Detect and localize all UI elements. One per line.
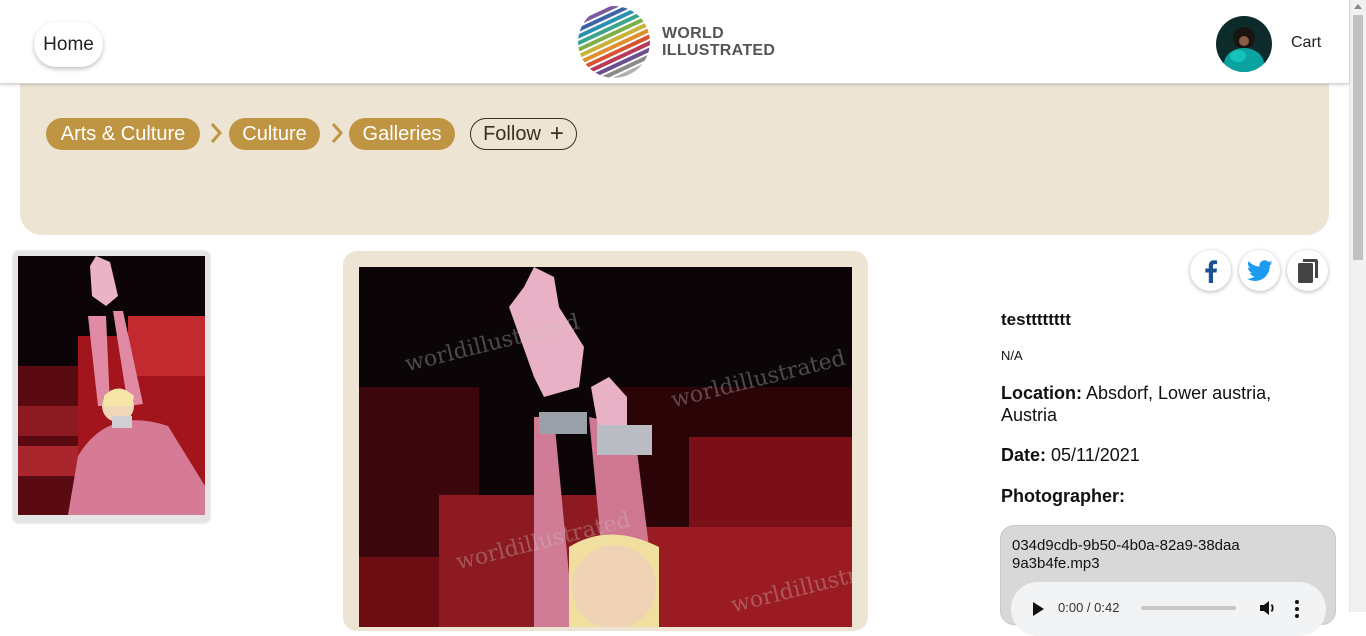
photographer-row: Photographer: — [1001, 486, 1125, 507]
page-scrollbar[interactable] — [1349, 0, 1366, 612]
cart-link[interactable]: Cart — [1291, 34, 1321, 52]
audio-filename: 034d9cdb-9b50-4b0a-82a9-38daa9a3b4fe.mp3 — [1012, 537, 1240, 572]
facebook-icon — [1204, 259, 1217, 283]
globe-logo-icon — [578, 6, 650, 78]
main-image-card: worldillustrated worldillustrated worldi… — [343, 251, 868, 631]
breadcrumb-band: Arts & Culture Culture Galleries Follow … — [20, 84, 1329, 235]
follow-label: Follow — [483, 122, 541, 145]
breadcrumb-item-culture[interactable]: Culture — [229, 118, 320, 150]
user-avatar[interactable] — [1216, 16, 1272, 72]
scroll-up-arrow-icon[interactable] — [1354, 4, 1362, 9]
main-photo[interactable]: worldillustrated worldillustrated worldi… — [359, 267, 852, 627]
play-icon[interactable] — [1033, 602, 1044, 616]
site-logo[interactable]: WORLD ILLUSTRATED — [578, 6, 775, 78]
logo-line-1: WORLD — [662, 25, 724, 42]
volume-icon[interactable] — [1259, 599, 1277, 617]
follow-button[interactable]: Follow + — [470, 118, 577, 150]
date-label: Date: — [1001, 445, 1047, 465]
location-label: Location: — [1001, 383, 1082, 403]
item-title: testttttttt — [1001, 310, 1071, 329]
plus-icon: + — [549, 120, 564, 147]
audio-player[interactable]: 0:00 / 0:42 — [1011, 582, 1326, 636]
facebook-share-button[interactable] — [1190, 250, 1231, 291]
top-header: Home WORLD ILLUSTRATED Cart — [0, 0, 1349, 84]
chevron-right-icon — [210, 123, 223, 143]
copy-link-button[interactable] — [1287, 250, 1328, 291]
chevron-right-icon — [331, 123, 344, 143]
photographer-label: Photographer: — [1001, 486, 1125, 506]
thumbnail-photo — [18, 256, 205, 515]
logo-text: WORLD ILLUSTRATED — [662, 25, 775, 59]
breadcrumb-item-galleries[interactable]: Galleries — [349, 118, 455, 150]
scroll-thumb[interactable] — [1353, 15, 1363, 260]
twitter-share-button[interactable] — [1239, 250, 1280, 291]
item-description: N/A — [1001, 348, 1023, 363]
date-value: 05/11/2021 — [1051, 445, 1140, 465]
breadcrumb-item-arts-culture[interactable]: Arts & Culture — [46, 118, 200, 150]
home-button[interactable]: Home — [34, 22, 103, 67]
logo-line-2: ILLUSTRATED — [662, 42, 776, 59]
copy-icon — [1297, 258, 1318, 283]
audio-card: 034d9cdb-9b50-4b0a-82a9-38daa9a3b4fe.mp3… — [1000, 525, 1336, 636]
audio-time: 0:00 / 0:42 — [1058, 600, 1120, 615]
date-row: Date: 05/11/2021 — [1001, 445, 1140, 466]
gallery-thumbnail[interactable] — [13, 251, 210, 523]
audio-progress-bar[interactable] — [1141, 606, 1236, 610]
more-options-icon[interactable] — [1295, 600, 1299, 621]
location-row: Location: Absdorf, Lower austria, Austri… — [1001, 382, 1321, 426]
twitter-icon — [1246, 259, 1273, 281]
